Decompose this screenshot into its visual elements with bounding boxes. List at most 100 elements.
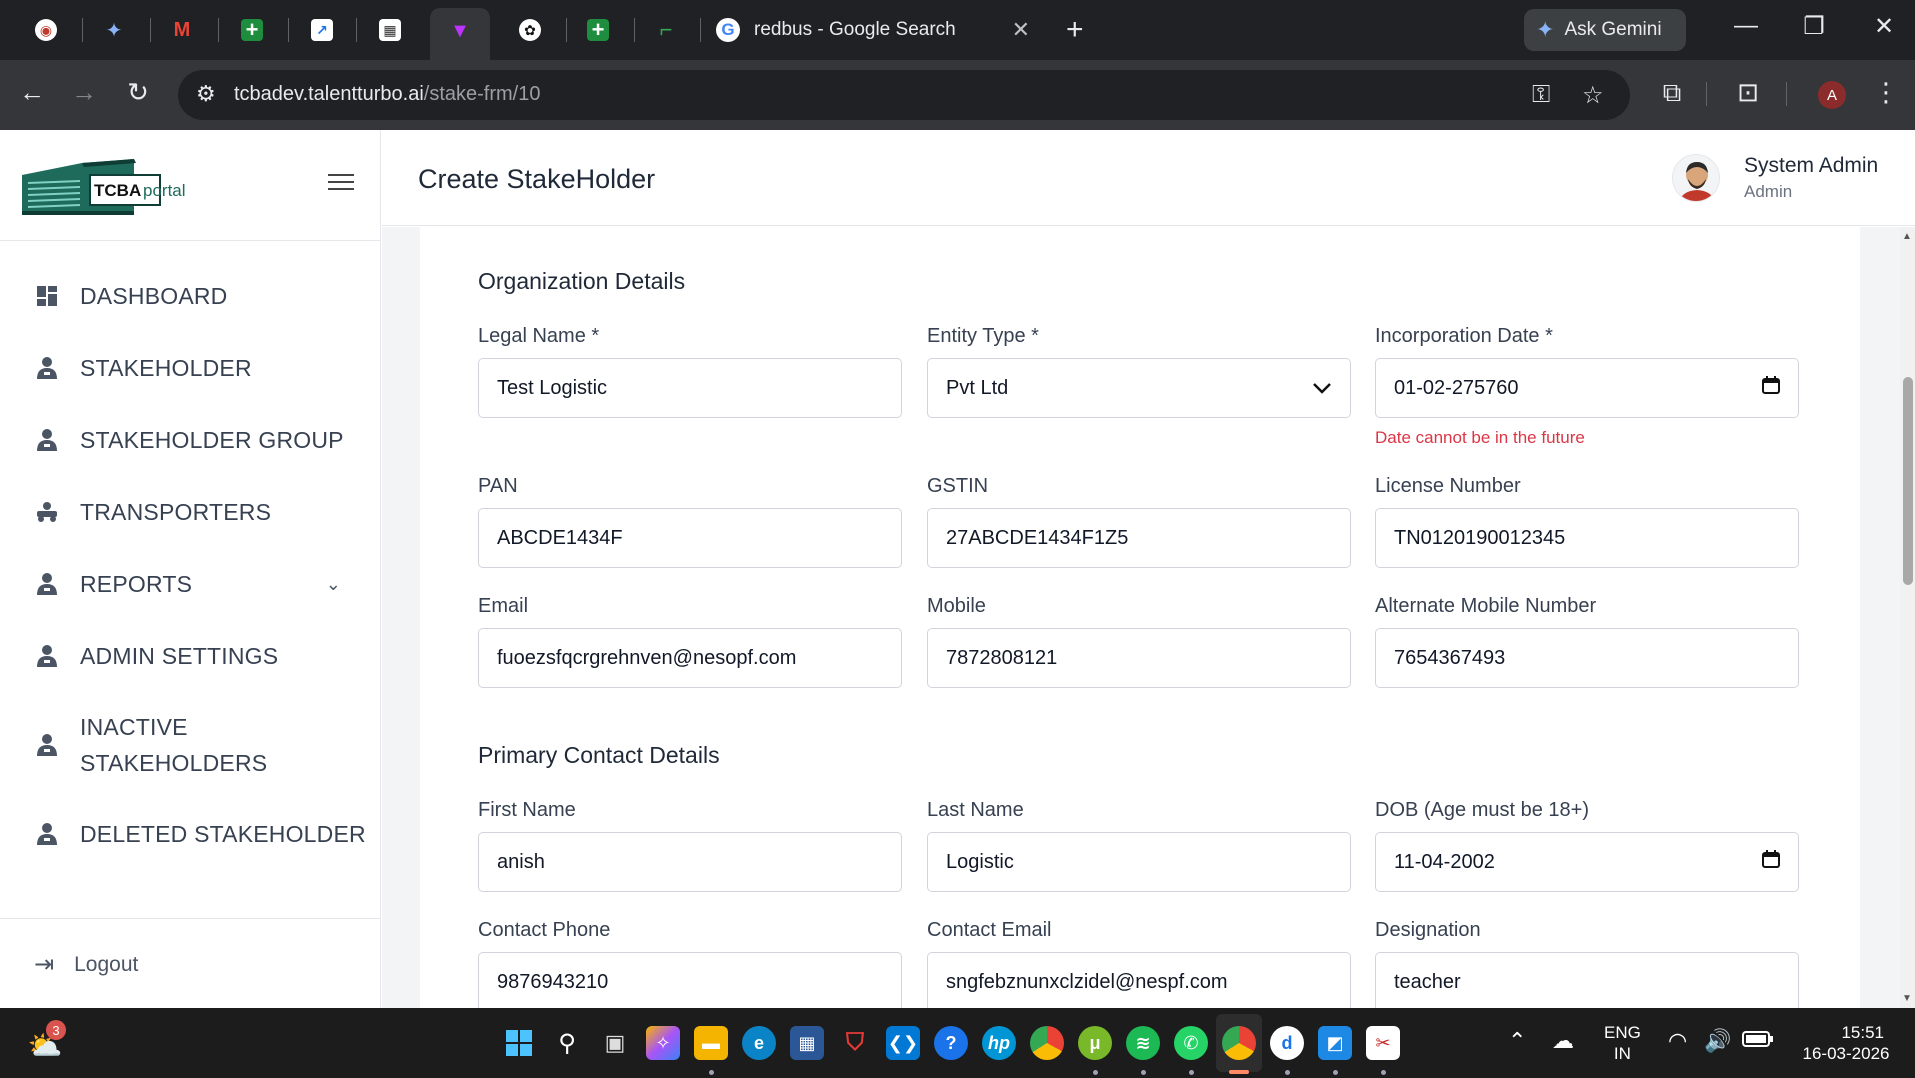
sidebar-item-admin-settings[interactable]: ADMIN SETTINGS — [0, 620, 381, 692]
pinned-tab-4[interactable]: + — [234, 12, 270, 48]
forward-icon[interactable]: → — [66, 77, 102, 108]
hamburger-menu-icon[interactable] — [328, 174, 354, 194]
sidebar-item-label: STAKEHOLDER — [80, 355, 252, 381]
new-tab-button[interactable]: + — [1066, 12, 1084, 48]
pinned-tab-9[interactable]: + — [580, 12, 616, 48]
minimize-icon[interactable]: — — [1726, 12, 1766, 40]
pinned-tab-5[interactable]: ↗ — [304, 12, 340, 48]
volume-icon[interactable]: 🔊 — [1704, 1028, 1731, 1054]
logout-button[interactable]: ⇥ Logout — [34, 950, 138, 979]
chrome-icon[interactable] — [1222, 1026, 1256, 1060]
incorporation-date-value: 01-02-275760 — [1394, 376, 1519, 399]
sidebar-item-deleted-stakeholder[interactable]: DELETED STAKEHOLDER — [0, 798, 381, 870]
battery-icon[interactable] — [1742, 1030, 1774, 1053]
field-label: Entity Type * — [927, 325, 1039, 347]
gstin-input[interactable]: 27ABCDE1434F1Z5 — [927, 508, 1351, 568]
user-menu[interactable]: System Admin Admin — [1672, 154, 1878, 202]
field-label: GSTIN — [927, 475, 989, 497]
pinned-tab-1[interactable]: ◉ — [28, 12, 64, 48]
scroll-down-icon[interactable]: ▼ — [1902, 993, 1912, 1004]
ask-gemini-label: Ask Gemini — [1564, 19, 1662, 40]
scrollbar-thumb[interactable] — [1903, 377, 1913, 585]
calendar-icon[interactable] — [1762, 376, 1780, 400]
pinned-tab-3[interactable]: M — [164, 12, 200, 48]
close-tab-icon[interactable]: ✕ — [1012, 17, 1030, 43]
ask-gemini-button[interactable]: ✦ Ask Gemini — [1524, 9, 1686, 51]
pan-input[interactable]: ABCDE1434F — [478, 508, 902, 568]
dob-input[interactable]: 11-04-2002 — [1375, 832, 1799, 892]
vscode-icon[interactable]: ❮❯ — [886, 1026, 920, 1060]
incorporation-date-input[interactable]: 01-02-275760 — [1375, 358, 1799, 418]
email-input[interactable]: fuoezsfqcrgrehnven@nesopf.com — [478, 628, 902, 688]
search-icon[interactable]: ⚲ — [550, 1026, 584, 1060]
bookmark-star-icon[interactable]: ☆ — [1582, 81, 1604, 110]
sidebar-item-transporters[interactable]: TRANSPORTERS — [0, 476, 381, 548]
tab-google-search[interactable]: G redbus - Google Search ✕ — [706, 8, 1046, 52]
utorrent-icon[interactable]: μ — [1078, 1026, 1112, 1060]
sidebar-item-inactive-stakeholders[interactable]: INACTIVE STAKEHOLDERS — [0, 692, 381, 798]
designation-input[interactable]: teacher — [1375, 952, 1799, 1008]
extensions-icon[interactable]: ⧉ — [1654, 77, 1690, 109]
url-text[interactable]: tcbadev.talentturbo.ai/stake-frm/10 — [234, 83, 540, 106]
chrome-menu-icon[interactable]: ⋮ — [1868, 77, 1904, 108]
pinned-tab-8[interactable]: ✿ — [512, 12, 548, 48]
site-settings-icon[interactable]: ⚙ — [196, 81, 216, 107]
snipping-tool-icon[interactable]: ✂ — [1366, 1026, 1400, 1060]
windows-start-icon[interactable] — [502, 1026, 536, 1060]
contact-phone-input[interactable]: 9876943210 — [478, 952, 902, 1008]
first-name-input[interactable]: anish — [478, 832, 902, 892]
address-bar[interactable]: ⚙ tcbadev.talentturbo.ai/stake-frm/10 ⚿ … — [178, 70, 1630, 120]
clock[interactable]: 15:51 16-03-2026 — [1796, 1022, 1896, 1064]
page-scrollbar[interactable]: ▲ ▼ — [1900, 227, 1915, 1008]
sidebar-item-dashboard[interactable]: DASHBOARD — [0, 260, 381, 332]
chart-app-icon: ↗ — [311, 19, 333, 41]
user-icon — [34, 732, 60, 758]
spotify-icon[interactable]: ≋ — [1126, 1026, 1160, 1060]
section-title-organization: Organization Details — [478, 268, 686, 294]
last-name-input[interactable]: Logistic — [927, 832, 1351, 892]
mcafee-icon[interactable]: ⛉ — [838, 1026, 872, 1060]
contact-email-input[interactable]: sngfebznunxclzidel@nespf.com — [927, 952, 1351, 1008]
restore-icon[interactable]: ❐ — [1794, 12, 1834, 41]
app-d-icon[interactable]: d — [1270, 1026, 1304, 1060]
sidebar-item-stakeholder-group[interactable]: STAKEHOLDER GROUP — [0, 404, 381, 476]
hp-icon[interactable]: hp — [982, 1026, 1016, 1060]
pinned-tab-10[interactable]: ⌐ — [648, 12, 684, 48]
license-number-input[interactable]: TN0120190012345 — [1375, 508, 1799, 568]
legal-name-input[interactable]: Test Logistic — [478, 358, 902, 418]
help-icon[interactable]: ? — [934, 1026, 968, 1060]
task-view-icon[interactable]: ▣ — [598, 1026, 632, 1060]
scroll-up-icon[interactable]: ▲ — [1902, 231, 1912, 242]
mobile-input[interactable]: 7872808121 — [927, 628, 1351, 688]
language-indicator[interactable]: ENG IN — [1604, 1022, 1641, 1064]
edge-icon[interactable]: e — [742, 1026, 776, 1060]
main-content: Organization Details Legal Name * Test L… — [382, 227, 1900, 1008]
chevron-down-icon[interactable]: ⌄ — [326, 574, 341, 595]
alternate-mobile-input[interactable]: 7654367493 — [1375, 628, 1799, 688]
whatsapp-icon[interactable]: ✆ — [1174, 1026, 1208, 1060]
pinned-tab-2[interactable]: ✦ — [96, 12, 132, 48]
tab-search-icon[interactable]: ⊡ — [1730, 77, 1766, 108]
chevron-up-icon[interactable]: ⌃ — [1508, 1028, 1526, 1054]
photos-icon[interactable]: ◩ — [1318, 1026, 1352, 1060]
password-key-icon[interactable]: ⚿ — [1532, 81, 1550, 109]
store-icon[interactable]: ▦ — [790, 1026, 824, 1060]
language-code: ENG — [1604, 1023, 1641, 1042]
close-window-icon[interactable]: ✕ — [1864, 12, 1904, 41]
file-explorer-icon[interactable]: ▬ — [694, 1026, 728, 1060]
sidebar-item-reports[interactable]: REPORTS ⌄ — [0, 548, 381, 620]
calendar-icon[interactable] — [1762, 850, 1780, 874]
entity-type-select[interactable]: Pvt Ltd — [927, 358, 1351, 418]
pinned-tab-6[interactable]: ▦ — [372, 12, 408, 48]
back-icon[interactable]: ← — [14, 77, 50, 108]
profile-avatar[interactable]: A — [1818, 81, 1846, 109]
active-tab[interactable]: ▼ — [430, 8, 490, 60]
avatar — [1672, 154, 1720, 202]
copilot-icon[interactable]: ✧ — [646, 1026, 680, 1060]
sidebar-item-stakeholder[interactable]: STAKEHOLDER — [0, 332, 381, 404]
onedrive-icon[interactable]: ☁ — [1552, 1028, 1574, 1054]
reload-icon[interactable]: ↻ — [120, 77, 156, 108]
chrome-icon[interactable] — [1030, 1026, 1064, 1060]
tcba-logo[interactable]: TCBA portal — [22, 155, 202, 217]
wifi-icon[interactable]: ◠ — [1668, 1028, 1687, 1054]
